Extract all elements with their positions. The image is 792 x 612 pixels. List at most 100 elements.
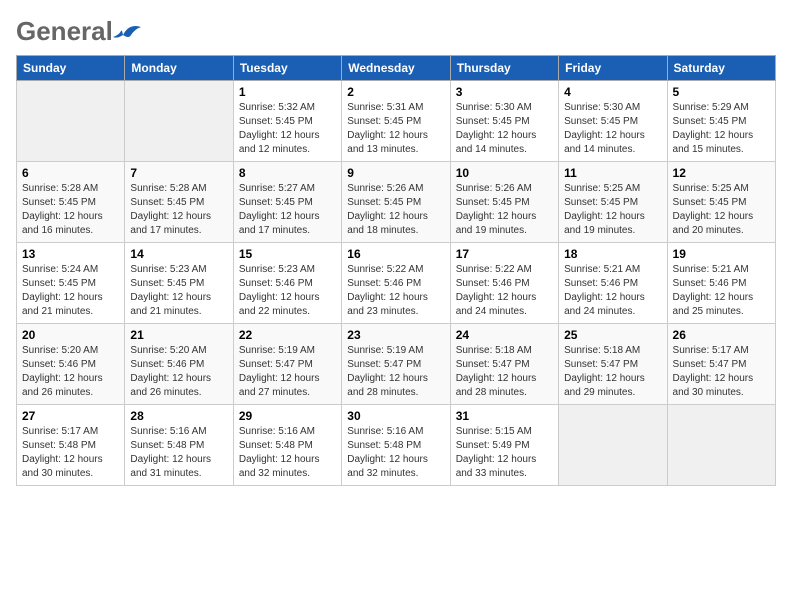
calendar-cell: 22 Sunrise: 5:19 AM Sunset: 5:47 PM Dayli… [233, 324, 341, 405]
day-number: 23 [347, 328, 444, 342]
calendar-cell: 19 Sunrise: 5:21 AM Sunset: 5:46 PM Dayli… [667, 243, 775, 324]
day-number: 29 [239, 409, 336, 423]
column-header-saturday: Saturday [667, 56, 775, 81]
calendar-cell [125, 81, 233, 162]
day-number: 27 [22, 409, 119, 423]
day-number: 4 [564, 85, 661, 99]
page-header: General [16, 16, 776, 47]
calendar-cell: 8 Sunrise: 5:27 AM Sunset: 5:45 PM Daylig… [233, 162, 341, 243]
day-info: Sunrise: 5:21 AM Sunset: 5:46 PM Dayligh… [673, 263, 770, 319]
day-info: Sunrise: 5:16 AM Sunset: 5:48 PM Dayligh… [347, 425, 444, 481]
day-info: Sunrise: 5:25 AM Sunset: 5:45 PM Dayligh… [564, 182, 661, 238]
day-number: 15 [239, 247, 336, 261]
day-number: 20 [22, 328, 119, 342]
calendar-cell: 24 Sunrise: 5:18 AM Sunset: 5:47 PM Dayli… [450, 324, 558, 405]
day-number: 31 [456, 409, 553, 423]
column-header-wednesday: Wednesday [342, 56, 450, 81]
calendar-cell: 18 Sunrise: 5:21 AM Sunset: 5:46 PM Dayli… [559, 243, 667, 324]
calendar-cell: 14Sunrise: 5:23 AM Sunset: 5:45 PM Dayli… [125, 243, 233, 324]
day-info: Sunrise: 5:19 AM Sunset: 5:47 PM Dayligh… [239, 344, 336, 400]
day-number: 1 [239, 85, 336, 99]
day-info: Sunrise: 5:22 AM Sunset: 5:46 PM Dayligh… [456, 263, 553, 319]
calendar-cell: 13 Sunrise: 5:24 AM Sunset: 5:45 PM Dayli… [17, 243, 125, 324]
logo-bird-icon [113, 21, 141, 43]
day-info: Sunrise: 5:26 AM Sunset: 5:45 PM Dayligh… [347, 182, 444, 238]
day-info: Sunrise: 5:19 AM Sunset: 5:47 PM Dayligh… [347, 344, 444, 400]
day-number: 25 [564, 328, 661, 342]
day-number: 17 [456, 247, 553, 261]
day-info: Sunrise: 5:30 AM Sunset: 5:45 PM Dayligh… [564, 101, 661, 157]
calendar-cell: 3Sunrise: 5:30 AM Sunset: 5:45 PM Daylig… [450, 81, 558, 162]
calendar-cell: 2Sunrise: 5:31 AM Sunset: 5:45 PM Daylig… [342, 81, 450, 162]
day-info: Sunrise: 5:22 AM Sunset: 5:46 PM Dayligh… [347, 263, 444, 319]
day-info: Sunrise: 5:18 AM Sunset: 5:47 PM Dayligh… [564, 344, 661, 400]
day-number: 11 [564, 166, 661, 180]
calendar-header-row: SundayMondayTuesdayWednesdayThursdayFrid… [17, 56, 776, 81]
logo: General [16, 16, 145, 47]
day-number: 13 [22, 247, 119, 261]
column-header-tuesday: Tuesday [233, 56, 341, 81]
calendar-cell [17, 81, 125, 162]
calendar-cell: 31 Sunrise: 5:15 AM Sunset: 5:49 PM Dayli… [450, 405, 558, 486]
column-header-sunday: Sunday [17, 56, 125, 81]
calendar-cell: 17 Sunrise: 5:22 AM Sunset: 5:46 PM Dayli… [450, 243, 558, 324]
day-info: Sunrise: 5:23 AM Sunset: 5:45 PM Dayligh… [130, 263, 227, 319]
day-number: 24 [456, 328, 553, 342]
calendar-cell: 20 Sunrise: 5:20 AM Sunset: 5:46 PM Dayli… [17, 324, 125, 405]
column-header-thursday: Thursday [450, 56, 558, 81]
day-number: 22 [239, 328, 336, 342]
day-info: Sunrise: 5:15 AM Sunset: 5:49 PM Dayligh… [456, 425, 553, 481]
calendar-cell [559, 405, 667, 486]
day-info: Sunrise: 5:20 AM Sunset: 5:46 PM Dayligh… [22, 344, 119, 400]
day-number: 26 [673, 328, 770, 342]
calendar-cell: 9 Sunrise: 5:26 AM Sunset: 5:45 PM Daylig… [342, 162, 450, 243]
day-number: 10 [456, 166, 553, 180]
day-info: Sunrise: 5:29 AM Sunset: 5:45 PM Dayligh… [673, 101, 770, 157]
calendar-cell: 29 Sunrise: 5:16 AM Sunset: 5:48 PM Dayli… [233, 405, 341, 486]
day-info: Sunrise: 5:28 AM Sunset: 5:45 PM Dayligh… [22, 182, 119, 238]
day-info: Sunrise: 5:16 AM Sunset: 5:48 PM Dayligh… [239, 425, 336, 481]
calendar-cell: 6 Sunrise: 5:28 AM Sunset: 5:45 PM Daylig… [17, 162, 125, 243]
calendar-cell: 25 Sunrise: 5:18 AM Sunset: 5:47 PM Dayli… [559, 324, 667, 405]
day-number: 9 [347, 166, 444, 180]
calendar-week-row: 20 Sunrise: 5:20 AM Sunset: 5:46 PM Dayli… [17, 324, 776, 405]
day-number: 18 [564, 247, 661, 261]
day-info: Sunrise: 5:17 AM Sunset: 5:47 PM Dayligh… [673, 344, 770, 400]
calendar-cell: 26 Sunrise: 5:17 AM Sunset: 5:47 PM Dayli… [667, 324, 775, 405]
day-number: 28 [130, 409, 227, 423]
day-info: Sunrise: 5:28 AM Sunset: 5:45 PM Dayligh… [130, 182, 227, 238]
day-info: Sunrise: 5:25 AM Sunset: 5:45 PM Dayligh… [673, 182, 770, 238]
day-info: Sunrise: 5:20 AM Sunset: 5:46 PM Dayligh… [130, 344, 227, 400]
calendar-week-row: 13 Sunrise: 5:24 AM Sunset: 5:45 PM Dayli… [17, 243, 776, 324]
day-number: 5 [673, 85, 770, 99]
day-info: Sunrise: 5:32 AM Sunset: 5:45 PM Dayligh… [239, 101, 336, 157]
day-info: Sunrise: 5:30 AM Sunset: 5:45 PM Dayligh… [456, 101, 553, 157]
calendar-week-row: 6 Sunrise: 5:28 AM Sunset: 5:45 PM Daylig… [17, 162, 776, 243]
day-info: Sunrise: 5:21 AM Sunset: 5:46 PM Dayligh… [564, 263, 661, 319]
calendar-cell: 15 Sunrise: 5:23 AM Sunset: 5:46 PM Dayli… [233, 243, 341, 324]
calendar-cell: 30Sunrise: 5:16 AM Sunset: 5:48 PM Dayli… [342, 405, 450, 486]
calendar-cell: 11 Sunrise: 5:25 AM Sunset: 5:45 PM Dayli… [559, 162, 667, 243]
column-header-friday: Friday [559, 56, 667, 81]
calendar-cell: 10Sunrise: 5:26 AM Sunset: 5:45 PM Dayli… [450, 162, 558, 243]
day-info: Sunrise: 5:23 AM Sunset: 5:46 PM Dayligh… [239, 263, 336, 319]
logo-general-text: General [16, 16, 113, 47]
day-info: Sunrise: 5:27 AM Sunset: 5:45 PM Dayligh… [239, 182, 336, 238]
day-number: 16 [347, 247, 444, 261]
day-number: 19 [673, 247, 770, 261]
day-info: Sunrise: 5:16 AM Sunset: 5:48 PM Dayligh… [130, 425, 227, 481]
day-number: 21 [130, 328, 227, 342]
day-number: 8 [239, 166, 336, 180]
calendar-cell: 28 Sunrise: 5:16 AM Sunset: 5:48 PM Dayli… [125, 405, 233, 486]
calendar-cell: 5 Sunrise: 5:29 AM Sunset: 5:45 PM Daylig… [667, 81, 775, 162]
day-number: 6 [22, 166, 119, 180]
calendar-cell: 23 Sunrise: 5:19 AM Sunset: 5:47 PM Dayli… [342, 324, 450, 405]
day-number: 12 [673, 166, 770, 180]
day-info: Sunrise: 5:17 AM Sunset: 5:48 PM Dayligh… [22, 425, 119, 481]
day-info: Sunrise: 5:18 AM Sunset: 5:47 PM Dayligh… [456, 344, 553, 400]
day-info: Sunrise: 5:24 AM Sunset: 5:45 PM Dayligh… [22, 263, 119, 319]
day-number: 7 [130, 166, 227, 180]
calendar-table: SundayMondayTuesdayWednesdayThursdayFrid… [16, 55, 776, 486]
calendar-cell: 27 Sunrise: 5:17 AM Sunset: 5:48 PM Dayli… [17, 405, 125, 486]
day-info: Sunrise: 5:31 AM Sunset: 5:45 PM Dayligh… [347, 101, 444, 157]
